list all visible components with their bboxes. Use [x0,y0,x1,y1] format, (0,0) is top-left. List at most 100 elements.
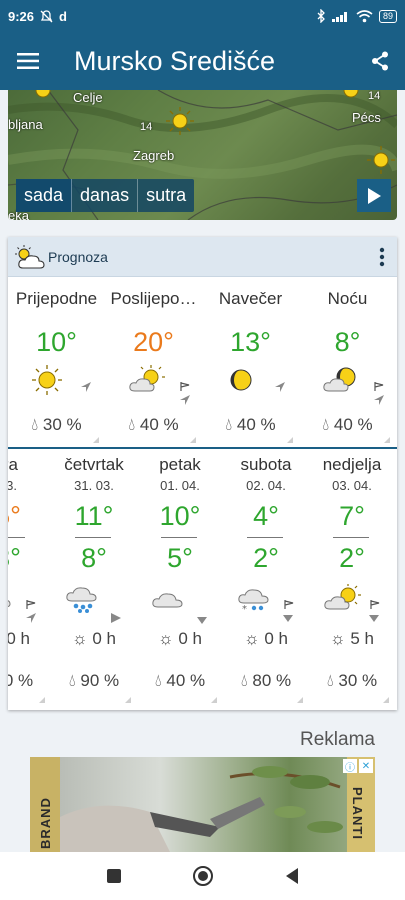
day-column[interactable]: petak 01. 04. 10° 5° ☼ 0 h 💧︎ 40 % [137,449,223,710]
map-sun-icon [343,90,359,98]
ad-brand-left: BRAND [38,797,53,849]
day-part-temp: 8° [334,327,361,357]
day-name: petak [159,455,201,474]
menu-button[interactable] [0,32,56,90]
day-part-name: Prijepodne [15,289,98,308]
weather-map[interactable]: Celje bljana Zagreb Pécs eka 14 14 sada … [8,90,397,220]
sunshine-value: 5 h [350,629,374,648]
day-temp-min: 5° [167,543,193,573]
notification-glyph: d [59,8,67,24]
day-part-temp: 13° [230,327,271,357]
precip-chance: 💧︎ 40 % [322,415,373,434]
precip-value: 40 % [236,415,276,434]
ad-close-icon[interactable]: ✕ [359,759,373,773]
map-play-button[interactable] [357,179,391,212]
corner-marker [297,697,303,703]
back-button[interactable] [284,867,300,885]
ad-info-icon[interactable]: ⓘ [343,759,357,774]
day-date: 03. [8,478,18,493]
sunshine-hours: ☼ 0 h [158,629,202,648]
day-part-name: Poslijepo… [110,289,197,308]
day-part-column[interactable]: Prijepodne 10° 💧︎ 30 % [8,277,105,447]
recents-button[interactable] [106,868,122,884]
day-part-column[interactable]: Poslijepo… 20° 💧︎ 40 % [105,277,202,447]
forecast-title: Prognoza [48,248,108,265]
sunshine-value: 0 h [264,629,288,648]
today-forecast: Prijepodne 10° 💧︎ 30 % Poslijepo… 20° 💧︎… [8,277,397,447]
precip-chance: 💧︎ 40 % [154,671,206,690]
precip-chance: 💧︎ 30 % [326,671,378,690]
temp-separator [333,537,369,538]
map-sun-icon [35,90,51,98]
day-name: četvrtak [64,455,124,474]
temp-separator [247,537,283,538]
corner-marker [125,697,131,703]
corner-marker [190,437,196,443]
day-temp-max: 7° [339,501,365,531]
moon-icon [230,369,252,391]
share-button[interactable] [355,32,405,90]
day-part-temp: 20° [133,327,174,357]
corner-marker [287,437,293,443]
ad-brand-right: PLANTI [350,787,365,840]
ad-pruning-image [60,766,343,852]
day-column[interactable]: četvrtak 31. 03. 11° 8° ☼ 0 h 💧︎ 90 % [51,449,137,710]
day-temp-min: 2° [339,543,365,573]
wifi-icon [356,9,373,22]
day-temp-min: 8° [81,543,107,573]
day-temp-max: 10° [159,501,201,531]
day-temp-max: 4° [253,501,279,531]
day-temp-min: 3° [8,543,21,573]
map-city-label: Celje [73,90,103,105]
day-date: 02. 04. [246,478,286,493]
sunshine-value: 0 h [8,629,30,648]
mute-bell-icon [40,9,53,22]
hamburger-icon [17,53,39,69]
day-date: 31. 03. [74,478,114,493]
daily-forecast[interactable]: tra 03. 5° 3° ☼ 0 h 💧︎ 40 % četvrtak 31.… [8,449,397,710]
day-date: 03. 04. [332,478,372,493]
sunshine-hours: ☼ 0 h [244,629,288,648]
day-name: nedjelja [322,455,382,474]
snow-rain-icon: * [238,589,269,613]
wind-arrow-icon [283,600,294,622]
precip-value: 80 % [252,671,292,690]
precip-value: 40 % [8,671,34,690]
home-button[interactable] [192,865,214,887]
play-icon [368,187,381,204]
sunshine-value: 0 h [92,629,116,648]
map-time-tabs: sada danas sutra [16,179,195,212]
map-temp-label: 14 [368,90,381,102]
day-part-temp: 10° [36,327,77,357]
status-bar: 9:26 d 89 [0,0,405,32]
day-part-column[interactable]: Navečer 13° 💧︎ 40 % [202,277,299,447]
forecast-header: Prognoza [8,237,397,277]
day-part-name: Noću [327,289,368,308]
precip-value: 90 % [80,671,120,690]
temp-separator [161,537,197,538]
ad-banner[interactable]: BRAND PLANTI ⓘ ✕ [30,757,375,852]
tab-danas[interactable]: danas [72,179,139,212]
bluetooth-icon [317,9,325,23]
wind-arrow-icon [180,382,190,405]
svg-text:*: * [242,604,247,613]
tab-sutra[interactable]: sutra [138,179,194,212]
precip-chance: 💧︎ 40 % [8,671,51,691]
moon-cloud-icon [323,367,356,392]
day-column[interactable]: tra 03. 5° 3° ☼ 0 h 💧︎ 40 % [8,449,51,710]
cloud-icon [8,600,11,608]
wind-arrow-icon [81,382,91,392]
corner-marker [211,697,217,703]
day-column[interactable]: nedjelja 03. 04. 7° 2° ☼ 5 h 💧︎ 30 % [309,449,395,710]
precip-value: 30 % [338,671,378,690]
ad-choices[interactable]: ⓘ ✕ [343,759,373,774]
day-name: subota [240,455,292,474]
sunshine-hours: ☼ 0 h [72,629,116,648]
day-column[interactable]: subota 02. 04. 4° 2° * ☼ 0 h 💧︎ 80 % [223,449,309,710]
tab-sada[interactable]: sada [16,179,73,212]
more-options-button[interactable] [367,237,397,277]
wind-arrow-icon [369,600,380,622]
day-part-column[interactable]: Noću 8° 💧︎ 40 % [299,277,396,447]
day-temp-max: 5° [8,501,21,531]
precip-chance: 💧︎ 80 % [240,671,292,690]
